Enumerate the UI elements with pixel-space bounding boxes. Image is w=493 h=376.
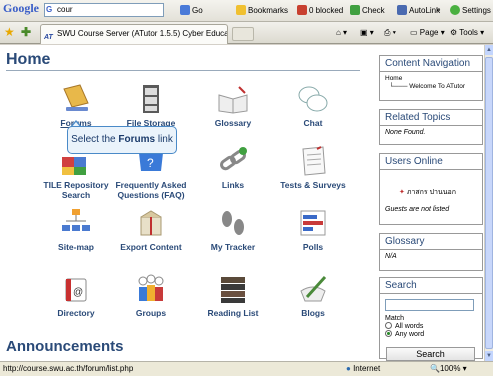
page-menu[interactable]: ▭ Page ▾ — [410, 28, 445, 37]
tracker-icon — [222, 211, 244, 235]
sidebar-search-input[interactable] — [385, 299, 474, 311]
toolbar-search-input[interactable]: G cour — [44, 3, 164, 17]
tool-links[interactable]: Links — [190, 145, 276, 190]
glossary-text: N/A — [385, 253, 397, 260]
tool-my-tracker[interactable]: My Tracker — [190, 207, 276, 252]
chat-icon — [298, 86, 328, 112]
search-title: Search — [379, 277, 483, 293]
content-navigation-box: Content Navigation Home └─── Welcome To … — [379, 55, 483, 101]
tool-file-storage[interactable]: File Storage — [108, 83, 194, 128]
go-icon — [180, 5, 190, 15]
page-title: Home — [6, 51, 51, 68]
tool-chat[interactable]: Chat — [270, 83, 356, 128]
users-online-box: Users Online ✦ ภาสกร ปานนอก Guests are n… — [379, 153, 483, 225]
nav-welcome-link[interactable]: └─── Welcome To ATutor — [385, 83, 477, 91]
tool-directory[interactable]: @ Directory — [33, 273, 119, 318]
favorites-star-icon[interactable]: ★ — [4, 25, 15, 39]
related-topics-title: Related Topics — [379, 109, 483, 125]
star-icon — [236, 5, 246, 15]
check-icon — [350, 5, 360, 15]
radio-any-word[interactable]: Any word — [385, 330, 477, 338]
content-navigation-title: Content Navigation — [379, 55, 483, 71]
svg-text:?: ? — [147, 156, 154, 170]
security-zone: ● Internet — [346, 364, 381, 373]
user-icon: ✦ — [399, 189, 405, 196]
glossary-box: Glossary N/A — [379, 233, 483, 271]
title-divider — [6, 70, 360, 71]
links-icon — [220, 147, 247, 171]
tool-groups[interactable]: Groups — [108, 273, 194, 318]
tool-site-map[interactable]: Site-map — [33, 207, 119, 252]
settings-icon — [450, 5, 460, 15]
tool-reading-list[interactable]: Reading List — [190, 273, 276, 318]
autolink-icon — [397, 5, 407, 15]
toolbar-search-value: cour — [57, 5, 73, 14]
reading-list-icon — [221, 277, 245, 303]
new-tab-button[interactable] — [232, 27, 254, 41]
browser-tab-bar: ★ ✚ AT SWU Course Server (ATutor 1.5.5) … — [0, 22, 493, 44]
autolink-button[interactable]: AutoLink — [397, 5, 440, 15]
google-g-icon: G — [46, 5, 53, 14]
match-label: Match — [385, 315, 405, 322]
check-button[interactable]: Check — [350, 5, 385, 15]
settings-button[interactable]: Settings — [450, 5, 491, 15]
scroll-down-icon[interactable]: ▼ — [485, 351, 493, 361]
tools-menu[interactable]: ⚙ Tools ▾ — [450, 28, 484, 37]
vertical-scrollbar[interactable]: ▲ ▼ — [484, 45, 493, 361]
glossary-title: Glossary — [379, 233, 483, 249]
related-topics-text: None Found. — [385, 129, 426, 136]
home-icon[interactable]: ⌂ ▾ — [336, 28, 347, 37]
popup-blocked-button[interactable]: 0 blocked — [297, 5, 343, 15]
forum-icon — [63, 84, 89, 111]
tool-blogs[interactable]: Blogs — [270, 273, 356, 318]
groups-icon — [138, 274, 164, 301]
zoom-icon: 🔍 — [430, 364, 440, 373]
go-button[interactable]: Go — [180, 5, 203, 15]
google-toolbar: Google G cour Go Bookmarks 0 blocked Che… — [0, 0, 493, 22]
tool-glossary[interactable]: Glossary — [190, 83, 276, 128]
radio-all-words[interactable]: All words — [385, 322, 477, 330]
feeds-icon[interactable]: ▣ ▾ — [360, 28, 374, 37]
guests-note: Guests are not listed — [385, 206, 450, 213]
glossary-icon — [218, 86, 248, 114]
tests-icon — [302, 146, 326, 176]
tool-export-content[interactable]: Export Content — [108, 207, 194, 252]
tool-tests-surveys[interactable]: Tests & Surveys — [270, 145, 356, 190]
page-viewport: Home Forums File Storage Glossary Chat T… — [0, 45, 484, 361]
status-url: http://course.swu.ac.th/forum/list.php — [3, 364, 134, 373]
zoom-level[interactable]: 🔍100% ▾ — [430, 362, 467, 376]
blocked-icon — [297, 5, 307, 15]
directory-icon: @ — [65, 278, 87, 302]
atutor-favicon: AT — [44, 34, 53, 41]
forums-tooltip: Select the Forums link — [67, 126, 177, 154]
tab-title: SWU Course Server (ATutor 1.5.5) Cyber E… — [57, 29, 227, 38]
related-topics-box: Related Topics None Found. — [379, 109, 483, 145]
sitemap-icon — [62, 209, 90, 231]
search-button[interactable]: Search — [386, 347, 475, 361]
browser-tab[interactable]: AT SWU Course Server (ATutor 1.5.5) Cybe… — [40, 24, 228, 44]
file-storage-icon — [143, 85, 159, 113]
blogs-icon — [300, 275, 327, 302]
google-logo: Google — [3, 1, 39, 15]
toolbar-more-button[interactable]: » — [436, 5, 440, 14]
globe-icon: ● — [346, 364, 351, 373]
export-icon — [140, 210, 162, 236]
scroll-thumb[interactable] — [485, 57, 493, 349]
scroll-up-icon[interactable]: ▲ — [485, 45, 493, 55]
add-favorite-icon[interactable]: ✚ — [21, 25, 31, 39]
online-user[interactable]: ✦ ภาสกร ปานนอก — [385, 187, 477, 198]
polls-icon — [300, 210, 326, 236]
nav-home-link[interactable]: Home — [385, 75, 477, 83]
svg-text:@: @ — [73, 287, 83, 298]
tool-polls[interactable]: Polls — [270, 207, 356, 252]
status-bar: http://course.swu.ac.th/forum/list.php ●… — [0, 361, 493, 376]
print-icon[interactable]: ⎙ ▾ — [384, 28, 396, 38]
users-online-title: Users Online — [379, 153, 483, 169]
announcements-heading: Announcements — [6, 338, 124, 355]
bookmarks-button[interactable]: Bookmarks — [236, 5, 288, 15]
